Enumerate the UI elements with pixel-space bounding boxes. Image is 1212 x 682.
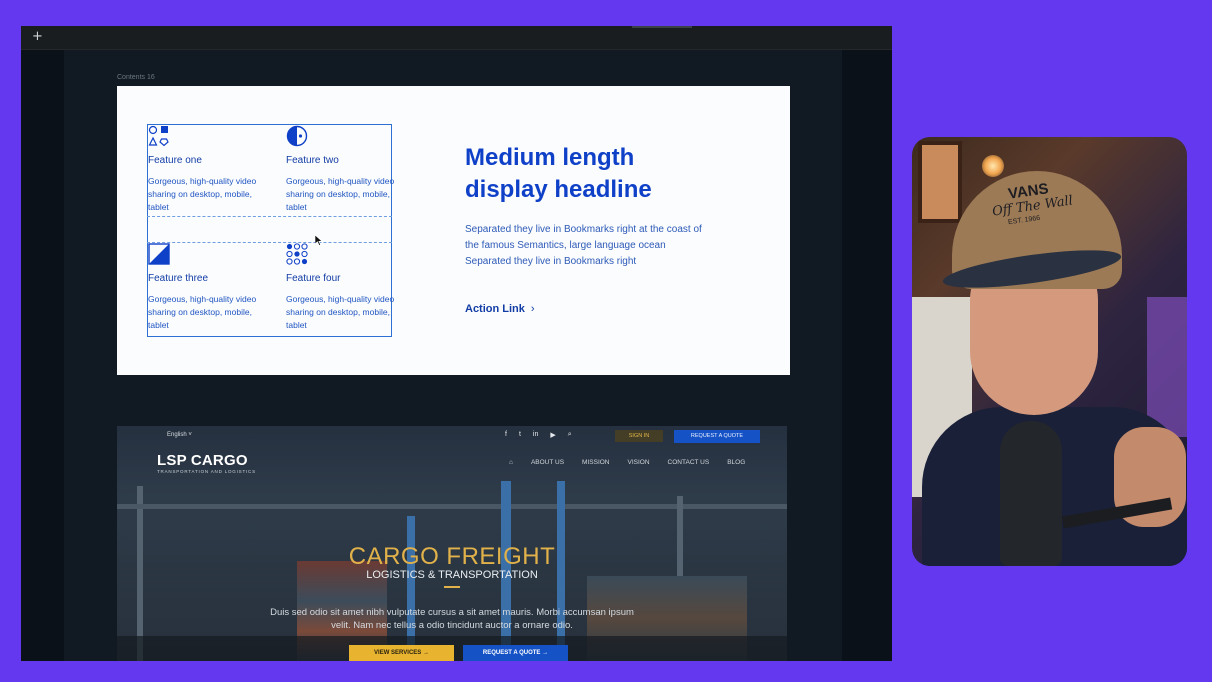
request-quote-button[interactable]: REQUEST A QUOTE → [463, 645, 568, 661]
feature-description: Gorgeous, high-quality video sharing on … [286, 294, 395, 330]
feature-description: Gorgeous, high-quality video sharing on … [286, 176, 395, 212]
hero-subtitle: LOGISTICS & TRANSPORTATION [366, 569, 538, 581]
twitter-icon[interactable]: t [519, 431, 521, 439]
nav-item-contact[interactable]: CONTACT US [668, 459, 710, 466]
shapes-icon [148, 125, 169, 147]
right-panel [842, 50, 892, 661]
frame-label[interactable]: Contents 16 [117, 74, 155, 81]
youtube-icon[interactable]: ▶ [550, 431, 555, 439]
grid-divider-top [147, 216, 392, 217]
facebook-icon[interactable]: f [505, 431, 507, 439]
search-icon[interactable]: ⌕ [568, 431, 572, 439]
feature-title: Feature three [148, 273, 209, 284]
site-topbar: English ˅ f t in ▶ ⌕ SIGN IN REQUEST A Q… [117, 426, 787, 446]
feature-title: Feature four [286, 273, 341, 284]
nav-item-blog[interactable]: BLOG [727, 459, 745, 466]
feature-card-four[interactable]: Feature four Gorgeous, high-quality vide… [286, 243, 406, 332]
feature-description: Gorgeous, high-quality video sharing on … [148, 294, 257, 330]
mouse-cursor-icon [315, 235, 323, 246]
nav-item-vision[interactable]: VISION [628, 459, 650, 466]
feature-card-one[interactable]: Feature one Gorgeous, high-quality video… [148, 125, 268, 214]
hero-title: CARGO FREIGHT [348, 543, 556, 570]
chevron-right-icon: › [530, 303, 535, 315]
site-logo-tagline: TRANSPORTATION AND LOGISTICS [157, 469, 256, 474]
microphone [1000, 421, 1062, 566]
crane-beam [117, 504, 787, 509]
left-panel [21, 50, 64, 661]
nav-item-mission[interactable]: MISSION [582, 459, 609, 466]
linkedin-icon[interactable]: in [533, 431, 538, 439]
nav-item-about[interactable]: ABOUT US [531, 459, 564, 466]
feature-card-two[interactable]: Feature two Gorgeous, high-quality video… [286, 125, 406, 214]
wall-picture [918, 141, 962, 223]
sign-in-button[interactable]: SIGN IN [615, 430, 663, 442]
feature-title: Feature one [148, 155, 202, 166]
dot-grid-icon [286, 243, 308, 265]
add-button[interactable]: + [32, 30, 43, 44]
editor-window: + Contents 16 Feature one Gorgeous, high… [21, 26, 892, 661]
hero-divider [444, 586, 460, 588]
webcam-overlay: VANS Off The Wall EST. 1966 [912, 137, 1187, 566]
action-link-label: Action Link [465, 303, 525, 315]
site-logo[interactable]: LSP CARGO [157, 452, 248, 469]
feature-card-three[interactable]: Feature three Gorgeous, high-quality vid… [148, 243, 268, 332]
feature-title: Feature two [286, 155, 339, 166]
feature-description: Gorgeous, high-quality video sharing on … [148, 176, 257, 212]
home-icon[interactable]: ⌂ [509, 459, 513, 466]
social-links: f t in ▶ ⌕ [505, 431, 572, 439]
component-frame[interactable]: Feature one Gorgeous, high-quality video… [117, 86, 790, 375]
lamp-glow [982, 155, 1004, 177]
display-headline: Medium length display headline [465, 144, 652, 203]
request-quote-top-button[interactable]: REQUEST A QUOTE [674, 430, 760, 443]
view-services-button[interactable]: VIEW SERVICES → [349, 645, 454, 661]
purple-light [1147, 297, 1187, 437]
hero-text: Duis sed odio sit amet nibh vulputate cu… [270, 607, 634, 631]
triangle-square-icon [148, 243, 170, 265]
half-circle-icon [286, 125, 308, 147]
editor-toolbar: + [21, 26, 892, 50]
toolbar-highlight [632, 26, 692, 28]
site-nav: ⌂ ABOUT US MISSION VISION CONTACT US BLO… [509, 459, 745, 466]
body-paragraph: Separated they live in Bookmarks right a… [465, 224, 702, 267]
language-select[interactable]: English ˅ [167, 432, 192, 438]
action-link[interactable]: Action Link › [465, 302, 535, 316]
cargo-site-preview[interactable]: English ˅ f t in ▶ ⌕ SIGN IN REQUEST A Q… [117, 426, 787, 661]
